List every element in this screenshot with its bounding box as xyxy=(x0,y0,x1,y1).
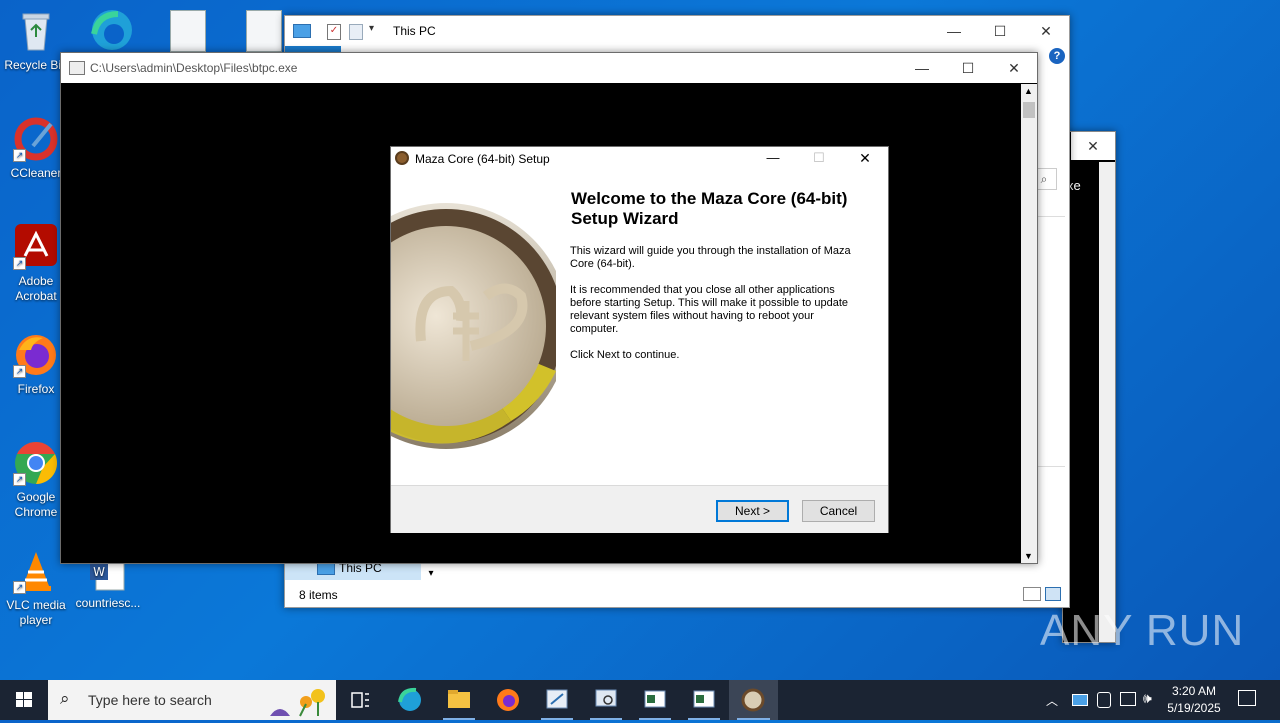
minimize-button[interactable]: — xyxy=(755,147,791,171)
window-title: This PC xyxy=(393,24,436,38)
search-box[interactable]: ⌕ Type here to search xyxy=(48,680,336,720)
maximize-button[interactable]: ☐ xyxy=(801,147,837,171)
divider xyxy=(1035,216,1065,217)
next-button[interactable]: Next > xyxy=(716,500,789,522)
chrome-icon: ↗ xyxy=(13,440,59,486)
recycle-bin-icon xyxy=(13,8,59,54)
start-button[interactable] xyxy=(0,680,48,720)
task-view-icon[interactable] xyxy=(336,680,384,720)
vertical-scrollbar[interactable]: ▲ ▼ xyxy=(1021,84,1037,563)
properties-icon[interactable]: ✓ xyxy=(327,24,341,40)
console-taskbar-icon-2[interactable] xyxy=(680,680,728,720)
large-icons-view-icon[interactable] xyxy=(1045,587,1061,601)
clock-time[interactable]: 3:20 AM xyxy=(1164,684,1224,698)
close-button[interactable]: ✕ xyxy=(1023,16,1069,46)
cancel-button[interactable]: Cancel xyxy=(802,500,875,522)
ccleaner-icon: ↗ xyxy=(13,116,59,162)
taskbar[interactable]: ⌕ Type here to search ︿ 🕪 3:20 AM 5/19/2… xyxy=(0,680,1280,720)
clock-date[interactable]: 5/19/2025 xyxy=(1164,701,1224,715)
file-explorer-taskbar-icon[interactable] xyxy=(435,680,483,720)
maza-app-icon xyxy=(395,151,409,165)
maximize-button[interactable]: ☐ xyxy=(945,53,991,83)
setup-titlebar[interactable]: Maza Core (64-bit) Setup — ☐ ✕ xyxy=(391,147,888,171)
scrollbar-thumb[interactable] xyxy=(1023,102,1035,118)
quick-access-dropdown-icon[interactable]: ▾ xyxy=(369,23,374,34)
intro-paragraph: This wizard will guide you through the i… xyxy=(570,245,851,270)
show-hidden-icons-icon[interactable]: ︿ xyxy=(1046,692,1058,709)
volume-icon[interactable]: 🕪 xyxy=(1143,690,1152,707)
watermark-text: ANY RUN xyxy=(1040,606,1245,655)
minimize-button[interactable]: — xyxy=(899,53,945,83)
window-title: C:\Users\admin\Desktop\Files\btpc.exe xyxy=(90,61,298,75)
new-folder-icon[interactable] xyxy=(349,24,363,40)
viewer-taskbar-icon[interactable] xyxy=(582,680,630,720)
tray-device-icon[interactable] xyxy=(1097,692,1111,708)
close-button[interactable]: ✕ xyxy=(991,53,1037,83)
help-icon[interactable]: ? xyxy=(1049,48,1065,64)
edge-desktop-icon[interactable] xyxy=(88,8,136,52)
console-app-icon xyxy=(69,61,85,75)
computer-icon xyxy=(293,24,311,38)
firefox-icon: ↗ xyxy=(13,332,59,378)
close-button[interactable]: ✕ xyxy=(847,147,883,171)
image-file-icon[interactable] xyxy=(246,10,282,52)
explorer-titlebar[interactable]: ✓ ▾ This PC — ☐ ✕ xyxy=(285,16,1069,46)
console-titlebar[interactable]: C:\Users\admin\Desktop\Files\btpc.exe — … xyxy=(61,53,1037,83)
desktop-icon-label: Adobe Acrobat xyxy=(15,274,57,303)
maza-logo-banner xyxy=(391,171,556,485)
scroll-up-arrow[interactable]: ▲ xyxy=(1024,86,1033,96)
scroll-down-arrow[interactable]: ▾ xyxy=(423,566,439,582)
svg-text:W: W xyxy=(93,565,105,579)
firefox-taskbar-icon[interactable] xyxy=(484,680,532,720)
desktop-icon-word-doc[interactable]: W countriesc... xyxy=(72,556,144,611)
dialog-title: Maza Core (64-bit) Setup xyxy=(415,152,550,166)
maximize-button[interactable]: ☐ xyxy=(977,16,1023,46)
scrollbar[interactable] xyxy=(1099,162,1115,642)
desktop-icon-label: countriesc... xyxy=(75,596,141,610)
background-console-window[interactable]: ✕ xe xyxy=(1062,131,1116,643)
divider xyxy=(1035,466,1065,467)
scroll-down-arrow[interactable]: ▼ xyxy=(1024,551,1033,561)
close-icon[interactable]: ✕ xyxy=(1071,132,1115,160)
setup-wizard-dialog[interactable]: Maza Core (64-bit) Setup — ☐ ✕ Welcome t… xyxy=(390,146,889,533)
status-item-count: 8 items xyxy=(299,588,338,602)
console-taskbar-icon[interactable] xyxy=(631,680,679,720)
acrobat-icon: ↗ xyxy=(13,224,59,270)
continue-paragraph: Click Next to continue. xyxy=(570,349,680,361)
search-icon: ⌕ xyxy=(60,689,70,708)
vlc-icon: ↗ xyxy=(13,548,59,594)
installer-taskbar-icon[interactable] xyxy=(533,680,581,720)
search-highlight-image xyxy=(260,682,334,718)
network-icon[interactable] xyxy=(1120,692,1136,706)
desktop-icon-label: Google Chrome xyxy=(14,490,58,519)
welcome-heading: Welcome to the Maza Core (64-bit) Setup … xyxy=(571,189,848,228)
desktop-icon-label: VLC media player xyxy=(6,598,66,627)
details-view-icon[interactable] xyxy=(1023,587,1041,601)
search-placeholder: Type here to search xyxy=(88,692,212,708)
maza-setup-taskbar-icon[interactable] xyxy=(729,680,778,720)
anyrun-watermark: ANY RUN xyxy=(1040,606,1244,656)
tray-app-icon[interactable] xyxy=(1072,694,1088,706)
recommendation-paragraph: It is recommended that you close all oth… xyxy=(570,284,849,335)
image-file-icon[interactable] xyxy=(170,10,206,52)
minimize-button[interactable]: — xyxy=(931,16,977,46)
notifications-icon[interactable] xyxy=(1238,690,1256,706)
edge-taskbar-icon[interactable] xyxy=(386,680,434,720)
